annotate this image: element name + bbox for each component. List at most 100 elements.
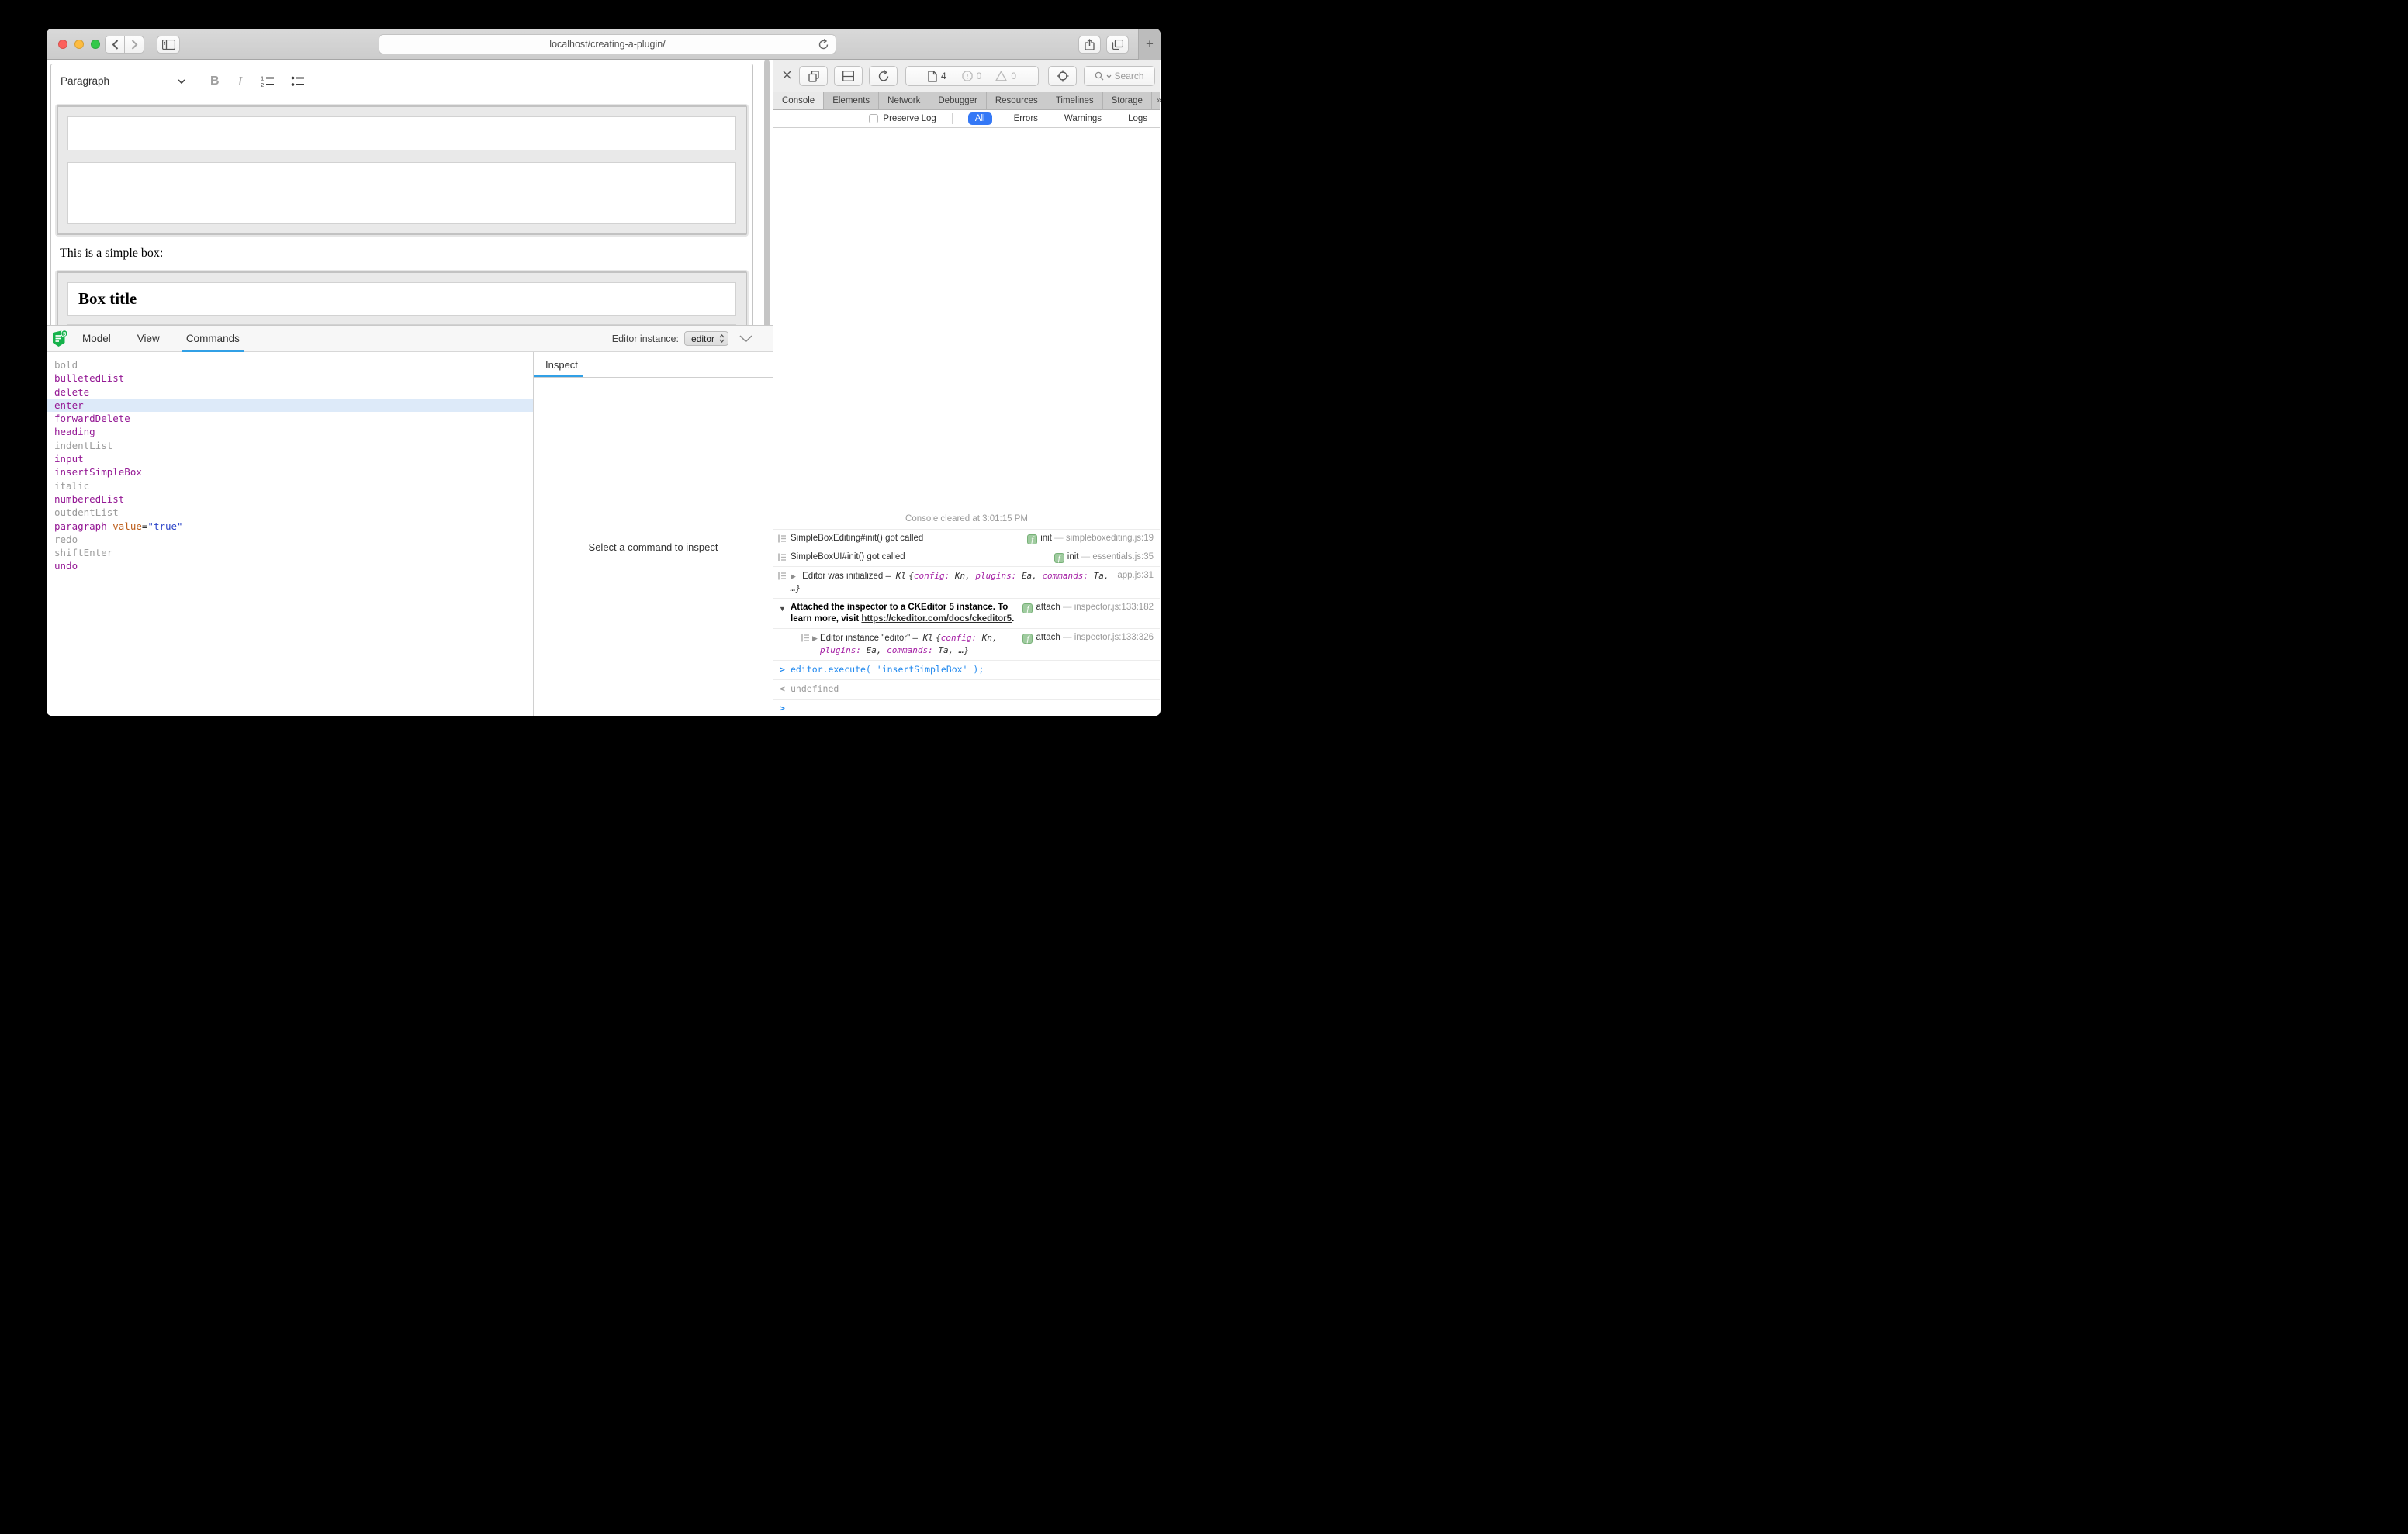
collapse-inspector-button[interactable] [739,335,752,343]
console-filter-errors[interactable]: Errors [1009,112,1043,125]
console-log-row-expandable[interactable]: app.js:31 ▶ Editor was initialized – Kl … [773,566,1160,598]
search-field[interactable]: Search [1084,66,1155,86]
inspect-empty-message: Select a command to inspect [534,378,773,716]
detach-inspector-button[interactable] [799,66,828,86]
command-row-italic[interactable]: italic [47,479,533,492]
command-row-shiftEnter[interactable]: shiftEnter [47,546,533,559]
address-bar-url: localhost/creating-a-plugin/ [549,39,665,50]
console-result-row[interactable]: < undefined [773,679,1160,699]
command-row-bulletedList[interactable]: bulletedList [47,371,533,385]
forward-button[interactable] [124,36,144,54]
chevron-down-icon[interactable] [178,79,185,84]
issues-summary-button[interactable]: 4 0 0 [905,66,1039,86]
simple-box-description-field[interactable] [67,162,736,224]
source-location[interactable]: fattach — inspector.js:133:326 [1022,632,1154,644]
command-row-enter[interactable]: enter [47,399,533,412]
log-text: Editor instance "editor" [820,634,910,643]
ck-inspector-tab-model[interactable]: Model [82,326,111,352]
select-stepper-icon [719,334,725,343]
dock-icon [842,71,854,81]
ckeditor-docs-link[interactable]: https://ckeditor.com/docs/ckeditor5 [861,614,1012,624]
preserve-log-toggle[interactable]: Preserve Log [869,114,936,123]
console-input-code: editor.execute( 'insertSimpleBox' ); [791,664,984,675]
zoom-window-button[interactable] [91,40,100,49]
disclosure-open-icon[interactable]: ▼ [779,603,790,615]
console-log-row[interactable]: finit — essentials.js:35 SimpleBoxUI#ini… [773,548,1160,566]
share-icon [1085,39,1095,50]
console-cleared-message: Console cleared at 3:01:15 PM [773,510,1160,529]
source-location[interactable]: fattach — inspector.js:133:182 [1022,602,1154,613]
source-location[interactable]: finit — simpleboxediting.js:19 [1027,533,1154,544]
share-button[interactable] [1078,36,1101,54]
command-row-redo[interactable]: redo [47,533,533,546]
source-location[interactable]: finit — essentials.js:35 [1054,551,1154,563]
inspect-pane: Inspect Select a command to inspect [533,352,773,716]
page-count: 4 [941,71,946,81]
close-inspector-button[interactable] [782,70,792,80]
inspector-tab-debugger[interactable]: Debugger [929,92,987,109]
preserve-log-checkbox[interactable] [869,114,878,123]
paragraph-dropdown[interactable]: Paragraph [61,75,109,87]
inspector-tab-console[interactable]: Console [773,92,824,109]
sidebar-toggle-button[interactable] [157,36,180,54]
address-bar[interactable]: localhost/creating-a-plugin/ [379,34,836,54]
numbered-list-button[interactable]: 12 [261,75,275,87]
inspector-tab-timelines[interactable]: Timelines [1047,92,1103,109]
simple-box-title-field[interactable]: Box title [67,282,736,316]
command-row-forwardDelete[interactable]: forwardDelete [47,412,533,425]
new-tab-button[interactable]: + [1138,29,1161,60]
console-log-row-expanded[interactable]: ▼ fattach — inspector.js:133:182 Attache… [773,598,1160,628]
ck-inspector-tab-commands[interactable]: Commands [186,326,240,352]
search-icon [1095,71,1104,81]
command-row-numberedList[interactable]: numberedList [47,492,533,506]
minimize-window-button[interactable] [74,40,84,49]
disclosure-triangle-icon[interactable]: ▶ [791,572,796,580]
back-button[interactable] [105,36,125,54]
console-input-row[interactable]: > editor.execute( 'insertSimpleBox' ); [773,660,1160,679]
source-location[interactable]: app.js:31 [1117,570,1154,582]
paragraph-text[interactable]: This is a simple box: [60,247,744,261]
function-badge-icon: f [1022,603,1033,613]
reload-page-button[interactable] [869,66,898,86]
editor-instance-select[interactable]: editor [684,331,728,346]
close-window-button[interactable] [58,40,67,49]
new-tab-label: + [1146,36,1154,52]
inspector-tab-overflow-icon[interactable]: » [1152,92,1161,109]
command-row-input[interactable]: input [47,452,533,465]
bulleted-list-button[interactable] [291,75,306,87]
simple-box-widget-selected[interactable] [57,105,747,235]
disclosure-triangle-icon[interactable]: ▶ [812,633,818,644]
simple-box-title-field[interactable] [67,116,736,150]
console-filter-logs[interactable]: Logs [1123,112,1152,125]
chevron-right-icon [131,40,138,50]
command-row-heading[interactable]: heading [47,425,533,438]
command-row-undo[interactable]: undo [47,559,533,572]
console-filter-all[interactable]: All [968,112,992,125]
inspector-tab-resources[interactable]: Resources [987,92,1047,109]
command-row-outdentList[interactable]: outdentList [47,506,533,519]
reload-icon[interactable] [818,39,829,50]
tab-inspect[interactable]: Inspect [534,359,578,371]
console-filter-warnings[interactable]: Warnings [1060,112,1106,125]
console-log-row[interactable]: finit — simpleboxediting.js:19 SimpleBox… [773,529,1160,548]
safari-window: localhost/creating-a-plugin/ + Paragraph [47,29,1161,716]
ck-inspector-tab-view[interactable]: View [137,326,160,352]
tab-overview-button[interactable] [1106,36,1129,54]
console-prompt-row[interactable]: > [773,699,1160,716]
inspector-tab-storage[interactable]: Storage [1103,92,1152,109]
command-row-bold[interactable]: bold [47,358,533,371]
command-row-delete[interactable]: delete [47,385,533,399]
command-row-insertSimpleBox[interactable]: insertSimpleBox [47,465,533,479]
inspect-tabbar: Inspect [534,352,773,378]
command-row-indentList[interactable]: indentList [47,439,533,452]
inspector-tab-network[interactable]: Network [879,92,929,109]
element-picker-button[interactable] [1048,66,1077,86]
dock-side-button[interactable] [834,66,863,86]
web-page-area: Paragraph B I 12 [47,60,773,716]
command-row-paragraph[interactable]: paragraph value="true" [47,520,533,533]
console-log-row-nested[interactable]: ▶ fattach — inspector.js:133:326 Editor … [773,628,1160,660]
inspector-tab-elements[interactable]: Elements [824,92,879,109]
italic-button[interactable]: I [238,74,243,89]
bold-button[interactable]: B [210,74,220,88]
box-title-text: Box title [78,289,137,309]
